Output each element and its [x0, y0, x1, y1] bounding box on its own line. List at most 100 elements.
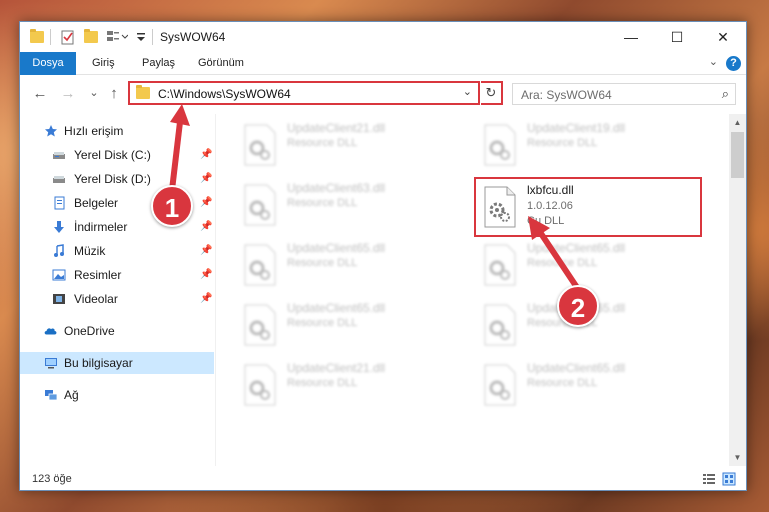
- file-item[interactable]: UpdateClient19.dll Resource DLL: [477, 118, 707, 170]
- music-icon: [54, 244, 64, 257]
- sidebar-item-local-disk-c[interactable]: Yerel Disk (C:) 📌: [20, 144, 214, 166]
- computer-icon: [45, 358, 57, 369]
- file-highlight-box: [474, 177, 702, 237]
- file-type: Resource DLL: [527, 137, 598, 149]
- scroll-thumb[interactable]: [731, 132, 744, 178]
- sidebar-item-music[interactable]: Müzik 📌: [20, 240, 214, 262]
- navigation-pane: Hızlı erişim Yerel Disk (C:) 📌 Yerel Dis…: [20, 114, 216, 466]
- file-name: UpdateClient65.dll: [527, 241, 626, 255]
- tab-home[interactable]: Giriş: [82, 52, 125, 75]
- sidebar-item-label: Bu bilgisayar: [64, 356, 133, 370]
- quick-access-dropdown-icon[interactable]: [135, 29, 151, 45]
- folder-icon: [136, 85, 150, 99]
- recent-locations-button[interactable]: ⌄: [86, 86, 102, 99]
- close-button[interactable]: ✕: [700, 22, 746, 52]
- sidebar-item-network[interactable]: Ağ: [20, 384, 214, 406]
- forward-button[interactable]: →: [60, 85, 76, 102]
- sidebar-item-videos[interactable]: Videolar 📌: [20, 288, 214, 310]
- network-icon: [45, 390, 58, 401]
- file-item[interactable]: UpdateClient63.dll Resource DLL: [237, 178, 467, 230]
- sidebar-item-local-disk-d[interactable]: Yerel Disk (D:) 📌: [20, 168, 214, 190]
- file-item[interactable]: UpdateClient65.dll Resource DLL: [237, 298, 467, 350]
- properties-icon[interactable]: [60, 29, 76, 45]
- up-button[interactable]: ↑: [106, 85, 122, 102]
- file-type: Resource DLL: [287, 377, 358, 389]
- navigation-bar: ← → ⌄ ↑ C:\Windows\SysWOW64 ⌄ ↻ Ara: Sys…: [20, 76, 746, 112]
- sidebar-item-pictures[interactable]: Resimler 📌: [20, 264, 214, 286]
- expand-ribbon-icon[interactable]: ⌄: [709, 55, 718, 68]
- tab-view[interactable]: Görünüm: [188, 52, 254, 75]
- sidebar-item-label: Hızlı erişim: [64, 124, 124, 138]
- address-dropdown-icon[interactable]: ⌄: [463, 85, 472, 98]
- file-name: UpdateClient65.dll: [287, 301, 386, 315]
- dll-file-icon: [244, 244, 276, 286]
- dll-file-icon: [244, 364, 276, 406]
- title-bar: SysWOW64 — ☐ ✕: [20, 22, 746, 52]
- dll-file-icon: [244, 124, 276, 166]
- details-view-icon[interactable]: [702, 472, 716, 486]
- search-input[interactable]: Ara: SysWOW64 ⌕: [512, 83, 736, 105]
- sidebar-item-label: Belgeler: [74, 196, 119, 210]
- sidebar-item-quick-access[interactable]: Hızlı erişim: [20, 120, 214, 142]
- pin-icon: 📌: [200, 293, 213, 304]
- customize-toolbar-icon[interactable]: [106, 29, 129, 45]
- drive-icon: [53, 152, 65, 159]
- sidebar-item-label: İndirmeler: [74, 220, 128, 234]
- file-name: UpdateClient21.dll: [287, 121, 386, 135]
- scroll-up-button[interactable]: ▲: [729, 114, 746, 131]
- refresh-button[interactable]: ↻: [481, 81, 503, 105]
- dll-file-icon: [244, 304, 276, 346]
- pin-icon: 📌: [200, 173, 213, 184]
- item-count: 123 öğe: [32, 473, 72, 485]
- tab-file[interactable]: Dosya: [20, 52, 76, 75]
- maximize-button[interactable]: ☐: [654, 22, 700, 52]
- tiles-view-icon[interactable]: [722, 472, 736, 486]
- divider: [50, 29, 51, 45]
- sidebar-item-label: Resimler: [74, 268, 122, 282]
- file-list: UpdateClient21.dll Resource DLL UpdateCl…: [217, 114, 729, 466]
- step-badge-2: 2: [557, 285, 599, 327]
- file-type: Resource DLL: [287, 257, 358, 269]
- file-item[interactable]: UpdateClient65.dll Resource DLL: [477, 358, 707, 410]
- search-icon[interactable]: ⌕: [722, 86, 729, 102]
- pin-icon: 📌: [200, 197, 213, 208]
- window-title: SysWOW64: [160, 30, 226, 44]
- file-item[interactable]: UpdateClient65.dll Resource DLL: [477, 238, 707, 290]
- file-type: Resource DLL: [527, 377, 598, 389]
- step-badge-1: 1: [151, 185, 193, 227]
- dll-file-icon: [484, 244, 516, 286]
- sidebar-item-label: Ağ: [64, 388, 79, 402]
- drive-icon: [53, 176, 65, 183]
- file-name: UpdateClient63.dll: [287, 181, 386, 195]
- sidebar-item-label: Yerel Disk (D:): [74, 172, 151, 186]
- vertical-scrollbar[interactable]: ▲ ▼: [729, 114, 746, 466]
- file-item[interactable]: UpdateClient65.dll Resource DLL: [237, 238, 467, 290]
- pin-icon: 📌: [200, 221, 213, 232]
- file-name: UpdateClient65.dll: [527, 361, 626, 375]
- download-icon: [54, 221, 64, 233]
- sidebar-item-label: OneDrive: [64, 324, 115, 338]
- minimize-button[interactable]: —: [608, 22, 654, 52]
- dll-file-icon: [244, 184, 276, 226]
- file-item[interactable]: UpdateClient21.dll Resource DLL: [237, 358, 467, 410]
- file-name: UpdateClient21.dll: [287, 361, 386, 375]
- tab-share[interactable]: Paylaş: [132, 52, 185, 75]
- sidebar-item-label: Müzik: [74, 244, 106, 258]
- address-bar[interactable]: C:\Windows\SysWOW64 ⌄: [128, 81, 480, 105]
- file-item[interactable]: UpdateClient21.dll Resource DLL: [237, 118, 467, 170]
- sidebar-item-label: Yerel Disk (C:): [74, 148, 151, 162]
- file-explorer-window: SysWOW64 — ☐ ✕ Dosya Giriş Paylaş Görünü…: [19, 21, 747, 491]
- new-folder-icon[interactable]: [84, 29, 100, 45]
- pin-icon: 📌: [200, 245, 213, 256]
- star-icon: [45, 125, 57, 137]
- search-placeholder: Ara: SysWOW64: [521, 88, 612, 102]
- documents-icon: [54, 196, 65, 210]
- help-icon[interactable]: ?: [726, 56, 741, 71]
- file-type: Resource DLL: [527, 257, 598, 269]
- back-button[interactable]: ←: [32, 85, 48, 102]
- sidebar-item-onedrive[interactable]: OneDrive: [20, 320, 214, 342]
- sidebar-item-this-pc[interactable]: Bu bilgisayar: [20, 352, 214, 374]
- file-type: Resource DLL: [287, 197, 358, 209]
- file-name: UpdateClient19.dll: [527, 121, 626, 135]
- scroll-down-button[interactable]: ▼: [729, 449, 746, 466]
